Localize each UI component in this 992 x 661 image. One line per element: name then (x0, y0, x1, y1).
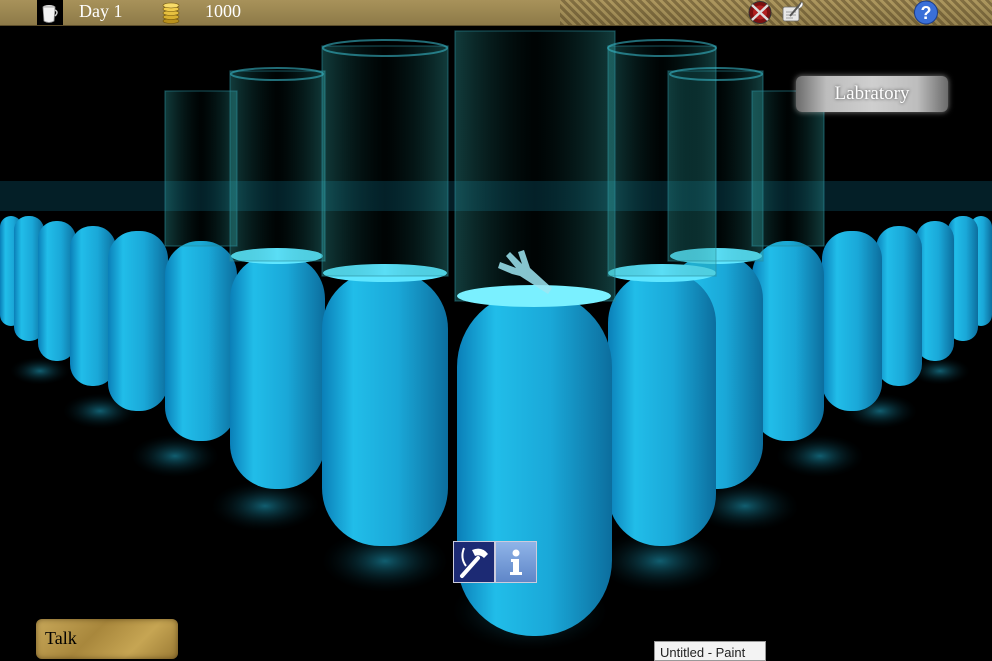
gold-amount: 1000 (205, 1, 241, 21)
info-icon (510, 549, 522, 575)
talk-button[interactable]: Talk (36, 619, 178, 659)
hammer-icon (460, 547, 488, 578)
taskbar-tooltip: Untitled - Paint (654, 641, 766, 661)
location-label: Labratory (796, 76, 948, 112)
info-button[interactable] (495, 541, 537, 583)
coffee-cup-icon[interactable] (37, 0, 63, 25)
gold-coins-icon (161, 2, 181, 29)
day-counter: Day 1 (79, 1, 123, 21)
svg-text:?: ? (921, 3, 932, 23)
build-button[interactable] (453, 541, 495, 583)
status-bar: Day 1 1000 ? (0, 0, 992, 26)
